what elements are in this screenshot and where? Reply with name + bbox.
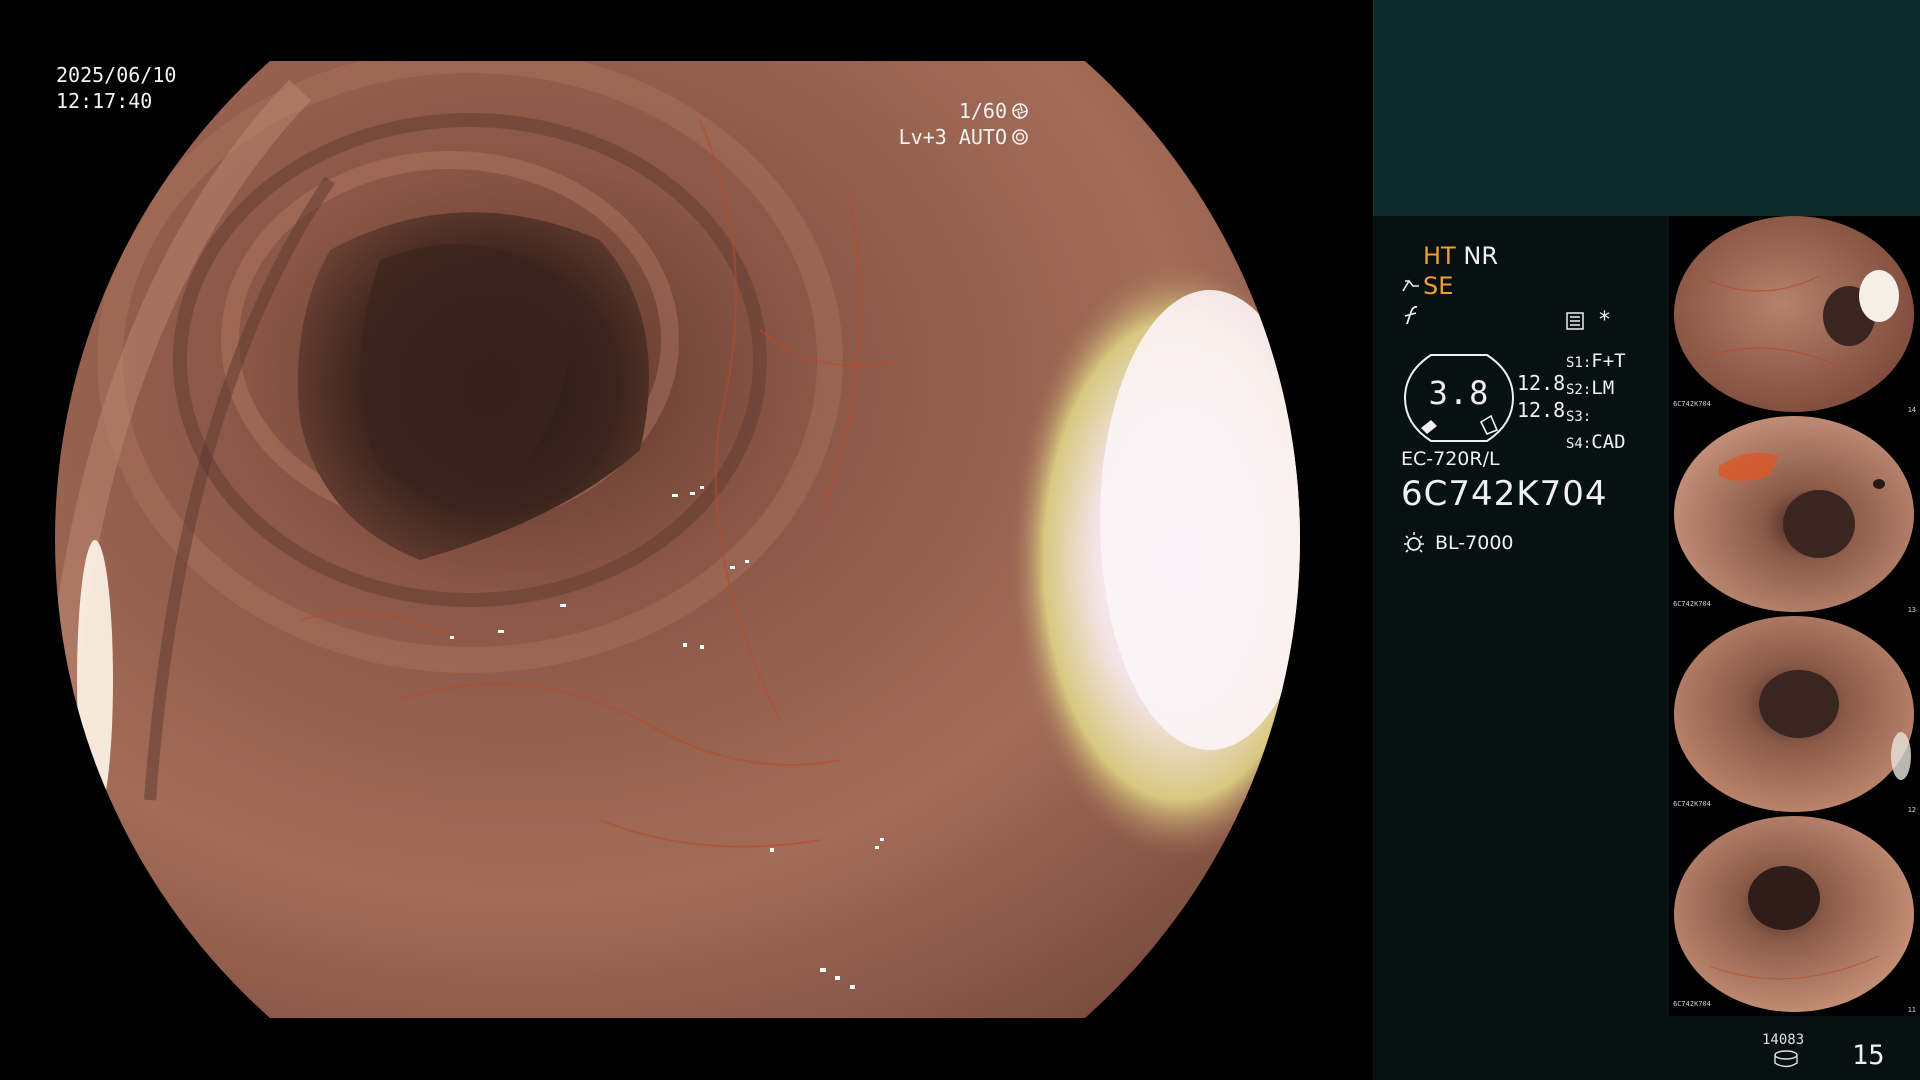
thumbnail-picture xyxy=(1674,216,1914,412)
endoscopic-image xyxy=(55,61,1300,1018)
mode-icons: * xyxy=(1565,308,1610,333)
thumbnail-serial: 6C742K704 xyxy=(1673,400,1711,408)
date-text: 2025/06/10 xyxy=(56,63,177,87)
captured-images: 6C742K704 14 6C742K704 13 6C742K704 12 6… xyxy=(1669,216,1920,1016)
zoom-gauge: 3.8 xyxy=(1401,352,1517,444)
thumbnail-image-1[interactable]: 6C742K704 14 xyxy=(1669,216,1920,416)
switch-label: S2: xyxy=(1566,382,1592,398)
switch-label: S4: xyxy=(1566,436,1592,452)
thumbnail-picture xyxy=(1674,816,1914,1012)
thumbnail-serial: 6C742K704 xyxy=(1673,1000,1711,1008)
info-panel: HT NR SE * 3.8 12.8 12.8 S1:F+T S2:LM S3… xyxy=(1373,0,1920,1080)
switch-label: S1: xyxy=(1566,355,1592,371)
auto-iris-icon xyxy=(1012,129,1028,145)
switch-3: S3: xyxy=(1566,403,1626,430)
switch-1: S1:F+T xyxy=(1566,349,1626,376)
switch-2: S2:LM xyxy=(1566,376,1626,403)
thumbnail-index: 12 xyxy=(1907,806,1916,814)
exposure-display: 1/60 Lv+3 AUTO xyxy=(899,98,1029,150)
nr-label: NR xyxy=(1463,242,1498,270)
light-source-icon xyxy=(1404,532,1424,553)
thumbnail-index: 11 xyxy=(1907,1006,1916,1014)
thumbnail-image-2[interactable]: 6C742K704 13 xyxy=(1669,416,1920,616)
shutter-speed-text: 1/60 xyxy=(958,99,1007,123)
disk-icon xyxy=(1774,1050,1798,1068)
thumbnail-picture xyxy=(1674,616,1914,812)
enhancement-mode-row: HT NR xyxy=(1423,242,1498,270)
gauge-value: 3.8 xyxy=(1428,374,1490,412)
freeze-row xyxy=(1401,304,1423,332)
light-source-row: BL-7000 xyxy=(1401,530,1514,556)
image-counter: 15 xyxy=(1852,1040,1885,1071)
switch-label: S3: xyxy=(1566,409,1592,425)
patient-info-area xyxy=(1373,0,1920,216)
scope-model: EC-720R/L xyxy=(1401,448,1500,470)
thumbnail-index: 14 xyxy=(1907,406,1916,414)
ht-label: HT xyxy=(1423,242,1456,270)
switch-value: F+T xyxy=(1591,350,1626,372)
freeze-icon xyxy=(1404,305,1418,325)
thumbnail-picture xyxy=(1674,416,1914,612)
settings-icon xyxy=(1566,311,1584,330)
se-label: SE xyxy=(1423,272,1454,300)
thumbnail-index: 13 xyxy=(1907,606,1916,614)
switch-4: S4:CAD xyxy=(1566,430,1626,457)
thumbnail-serial: 6C742K704 xyxy=(1673,600,1711,608)
thumbnail-image-3[interactable]: 6C742K704 12 xyxy=(1669,616,1920,816)
scope-switches: S1:F+T S2:LM S3: S4:CAD xyxy=(1566,349,1626,457)
readout-values: 12.8 12.8 xyxy=(1517,370,1565,424)
switch-value: CAD xyxy=(1591,431,1626,453)
processor-status: HT NR SE * 3.8 12.8 12.8 S1:F+T S2:LM S3… xyxy=(1373,216,1669,1080)
thumbnail-serial: 6C742K704 xyxy=(1673,800,1711,808)
readout-value-2: 12.8 xyxy=(1517,398,1566,422)
scope-serial: 6C742K704 xyxy=(1401,474,1608,514)
readout-value-1: 12.8 xyxy=(1517,371,1566,395)
structure-enhance-row: SE xyxy=(1401,272,1453,300)
thumbnail-image-4[interactable]: 6C742K704 11 xyxy=(1669,816,1920,1016)
time-text: 12:17:40 xyxy=(56,89,153,113)
switch-value: LM xyxy=(1591,377,1615,399)
shutter-icon xyxy=(1012,103,1028,119)
date-time-display: 2025/06/10 12:17:40 xyxy=(56,62,176,114)
asterisk-indicator: * xyxy=(1599,308,1610,333)
structure-enhance-icon xyxy=(1402,279,1419,292)
light-level-text: Lv+3 AUTO xyxy=(898,125,1007,149)
storage-counter: 14083 xyxy=(1762,1032,1805,1048)
light-source-label: BL-7000 xyxy=(1435,532,1514,554)
endoscope-live-view: 2025/06/10 12:17:40 1/60 Lv+3 AUTO xyxy=(0,0,1373,1080)
